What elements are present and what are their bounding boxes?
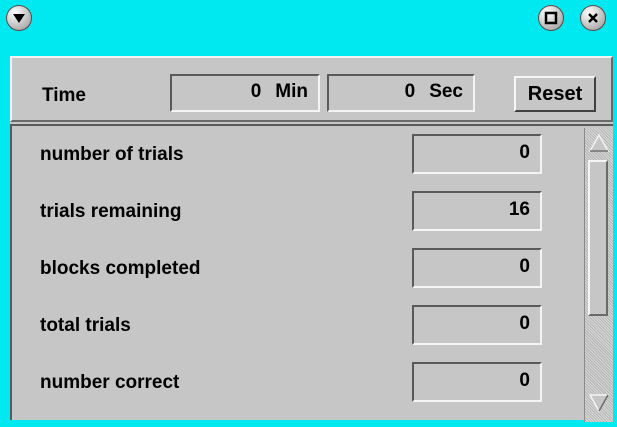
minutes-value: 0 — [250, 81, 262, 102]
list-item-trials-remaining: trials remaining 16 — [12, 183, 572, 239]
timer-row: Time 0 Min 0 Sec Reset — [10, 56, 613, 122]
app-window: Time 0 Min 0 Sec Reset number of trials 0 … — [0, 0, 617, 427]
stat-value-field: 0 — [412, 134, 542, 174]
stat-value-field: 0 — [412, 305, 542, 345]
scrollbar-thumb[interactable] — [588, 160, 608, 316]
window-menu-button[interactable] — [6, 5, 32, 31]
list-item-total-trials: total trials 0 — [12, 297, 572, 353]
stat-value-field: 16 — [412, 191, 542, 231]
stat-label: trials remaining — [40, 201, 182, 222]
vertical-scrollbar[interactable] — [584, 128, 613, 422]
minutes-display: 0 Min — [170, 74, 320, 112]
stat-value-field: 0 — [412, 362, 542, 402]
stat-label: number of trials — [40, 144, 184, 165]
scroll-down-arrow-icon[interactable] — [588, 392, 610, 414]
stat-value-field: 0 — [412, 248, 542, 288]
list-item-blocks-completed: blocks completed 0 — [12, 240, 572, 296]
stat-label: blocks completed — [40, 258, 201, 279]
minutes-unit: Min — [275, 81, 308, 102]
list-item-number-of-trials: number of trials 0 — [12, 126, 572, 182]
maximize-button[interactable] — [538, 5, 564, 31]
seconds-unit: Sec — [429, 81, 463, 102]
stat-label: number correct — [40, 372, 180, 393]
stat-label: total trials — [40, 315, 131, 336]
list-item-number-correct: number correct 0 — [12, 354, 572, 410]
panel-body: Time 0 Min 0 Sec Reset number of trials 0 … — [10, 56, 613, 422]
title-bar[interactable] — [0, 0, 617, 56]
seconds-display: 0 Sec — [327, 74, 475, 112]
close-button[interactable] — [580, 5, 606, 31]
chevron-down-icon — [13, 14, 25, 23]
maximize-icon — [544, 11, 558, 25]
reset-button[interactable]: Reset — [514, 76, 596, 112]
scroll-up-arrow-icon[interactable] — [588, 132, 610, 154]
stats-list: number of trials 0 trials remaining 16 b… — [10, 124, 613, 422]
close-icon — [588, 13, 598, 23]
seconds-value: 0 — [404, 81, 416, 102]
time-label: Time — [42, 85, 87, 106]
